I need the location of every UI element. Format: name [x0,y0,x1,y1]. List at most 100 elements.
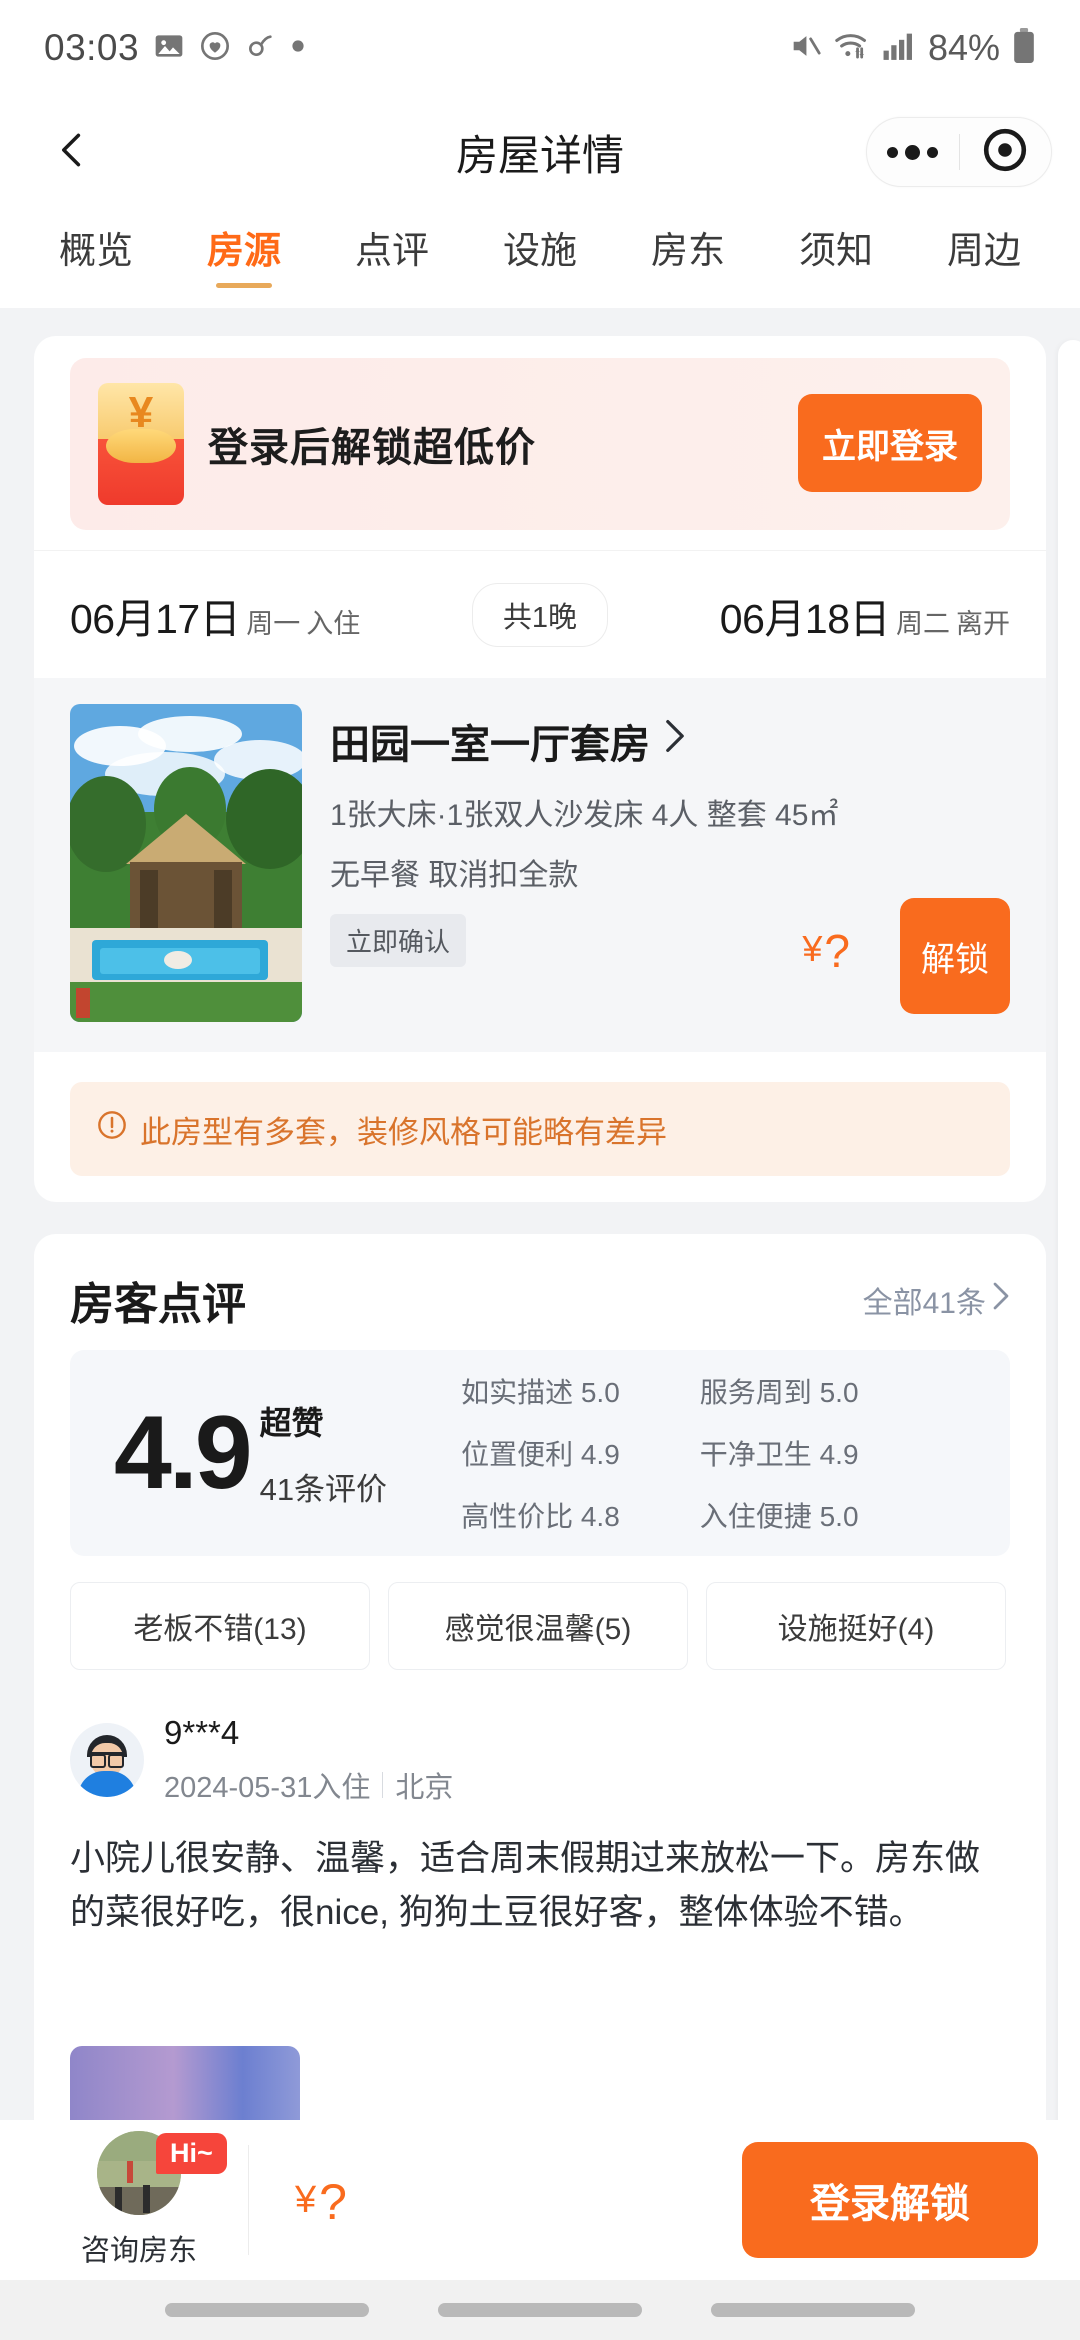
heart-circle-icon [199,30,231,67]
bottom-price-value: ? [319,2174,347,2230]
next-page-peek [1058,340,1080,2140]
review-author: 9***4 2024-05-31入住 北京 [70,1714,453,1806]
back-button[interactable] [40,120,104,184]
battery-percent: 84% [927,27,1000,68]
bottom-price: ¥ ? [295,2174,347,2230]
section-tabs[interactable]: 概览 房源 点评 设施 房东 须知 周边 [0,208,1080,308]
reviews-all-label: 全部41条 [862,1287,986,1320]
scroll-content[interactable]: ¥ 登录后解锁超低价 立即登录 06月17日 周一 入住 共1晚 06月18日 … [0,322,1080,2206]
subrating-item: 位置便利 4.9 [461,1439,620,1470]
mute-icon [788,29,822,68]
room-warning-banner: 此房型有多套，装修风格可能略有差异 [70,1082,1010,1176]
status-bar-left: 03:03 [44,27,305,69]
signal-icon [882,30,916,67]
review-tag[interactable]: 感觉很温馨(5) [388,1582,688,1670]
app-screen: 03:03 84% 房屋详情 概览 房源 点评 设施 房东 须知 周边 ¥ 登录… [0,0,1080,2340]
room-card: ¥ 登录后解锁超低价 立即登录 06月17日 周一 入住 共1晚 06月18日 … [34,336,1046,1202]
battery-icon [1012,27,1036,69]
review-meta: 2024-05-31入住 北京 [164,1764,453,1806]
room-unlock-button[interactable]: 解锁 [900,898,1010,1014]
checkin-weekday: 周一 [246,608,301,639]
nav-pill-home[interactable] [437,2303,642,2317]
consult-host-button[interactable]: Hi~ 咨询房东 [44,2131,234,2269]
checkout-block[interactable]: 06月18日 周二 离开 [666,585,1046,645]
system-nav-bar[interactable] [0,2280,1080,2340]
room-photo-pool[interactable] [70,704,302,1022]
tab-reviews[interactable]: 点评 [318,208,466,274]
login-unlock-button[interactable]: 登录解锁 [742,2142,1038,2258]
gallery-icon [153,30,185,67]
checkout-weekday: 周二 [896,608,950,639]
reviews-all-link[interactable]: 全部41条 [863,1278,1010,1322]
tab-label: 须知 [799,230,873,271]
rating-score: 4.9 [114,1395,253,1511]
tab-label: 房源 [207,230,281,271]
tab-host[interactable]: 房东 [614,208,762,274]
review-author-info: 9***4 2024-05-31入住 北京 [164,1714,453,1806]
room-title-text: 田园一室一厅套房 [330,723,650,767]
dot-icon [291,39,305,58]
capsule-more-button[interactable] [867,144,959,160]
bottom-bar-divider [248,2145,249,2255]
nav-pill-recents[interactable] [711,2303,916,2317]
subrating-item: 如实描述 5.0 [461,1377,620,1408]
more-dots-icon [887,144,939,160]
checkout-date: 06月18日 [719,595,891,642]
reviews-card: 房客点评 全部41条 4.9 超赞 41条评价 如实描述 5.0 位置便利 4.… [34,1234,1046,2206]
tab-facilities[interactable]: 设施 [466,208,614,274]
room-price-currency: ¥ [802,928,823,969]
room-listing-row[interactable]: 田园一室一厅套房 1张大床·1张双人沙发床 4人 整套 45㎡ 无早餐 取消扣全… [34,678,1046,1052]
room-price-value: ? [824,925,850,978]
date-selector-row[interactable]: 06月17日 周一 入住 共1晚 06月18日 周二 离开 [34,550,1046,678]
tab-label: 房东 [651,230,725,271]
tab-label: 点评 [355,230,429,271]
review-stay-date: 2024-05-31入住 [164,1772,371,1804]
tab-notice[interactable]: 须知 [762,208,910,274]
review-tags[interactable]: 老板不错(13) 感觉很温馨(5) 设施挺好(4) [70,1582,1006,1670]
subrating-item: 服务周到 5.0 [699,1377,859,1408]
exclamation-circle-icon [96,1109,128,1149]
status-time: 03:03 [44,27,140,68]
chevron-left-icon [50,128,94,177]
consult-hi-badge: Hi~ [156,2133,227,2174]
subratings: 如实描述 5.0 位置便利 4.9 高性价比 4.8 服务周到 5.0 干净卫生… [461,1371,938,1535]
room-title[interactable]: 田园一室一厅套房 [330,712,686,770]
rating-summary: 4.9 超赞 41条评价 如实描述 5.0 位置便利 4.9 高性价比 4.8 … [70,1350,1010,1556]
login-now-button[interactable]: 立即登录 [798,394,982,492]
review-city: 北京 [395,1772,454,1804]
room-bed-info: 1张大床·1张双人沙发床 4人 整套 45㎡ [330,799,839,832]
review-nickname: 9***4 [164,1714,240,1751]
review-meta-divider [382,1772,384,1798]
subratings-col-left: 如实描述 5.0 位置便利 4.9 高性价比 4.8 [461,1371,620,1535]
promo-text: 登录后解锁超低价 [208,426,536,470]
tab-nearby[interactable]: 周边 [910,208,1058,274]
login-promo-banner[interactable]: ¥ 登录后解锁超低价 立即登录 [70,358,1010,530]
checkout-label: 离开 [956,608,1010,639]
subratings-col-right: 服务周到 5.0 干净卫生 4.9 入住便捷 5.0 [700,1371,859,1535]
room-policy-info: 无早餐 取消扣全款 [330,859,579,892]
subrating-item: 高性价比 4.8 [461,1501,620,1532]
subrating-item: 入住便捷 5.0 [699,1501,859,1532]
wifi-icon [834,29,870,68]
miniprogram-capsule[interactable] [866,117,1052,187]
tab-label: 设施 [503,230,577,271]
rating-label: 超赞 [259,1404,324,1441]
tab-overview[interactable]: 概览 [22,208,170,274]
consult-host-label: 咨询房东 [80,2235,197,2267]
bottom-action-bar: Hi~ 咨询房东 ¥ ? 登录解锁 [0,2120,1080,2280]
instant-confirm-tag: 立即确认 [330,914,467,967]
review-tag[interactable]: 设施挺好(4) [706,1582,1006,1670]
nights-block: 共1晚 [414,582,666,647]
reviews-header: 房客点评 全部41条 [70,1268,1010,1332]
tab-active-underline [216,283,272,288]
review-text: 小院儿很安静、温馨，适合周末假期过来放松一下。房东做的菜很好吃，很nice, 狗… [70,1839,981,1933]
room-warning-text: 此房型有多套，装修风格可能略有差异 [140,1114,667,1150]
checkin-date: 06月17日 [70,595,241,642]
rating-side: 超赞 41条评价 [260,1398,387,1509]
tab-rooms[interactable]: 房源 [170,208,318,288]
checkin-block[interactable]: 06月17日 周一 入住 [34,585,414,645]
nav-pill-back[interactable] [164,2303,369,2317]
review-tag[interactable]: 老板不错(13) [70,1582,370,1670]
user-avatar-glasses-man [70,1723,144,1797]
capsule-close-button[interactable] [960,126,1052,179]
